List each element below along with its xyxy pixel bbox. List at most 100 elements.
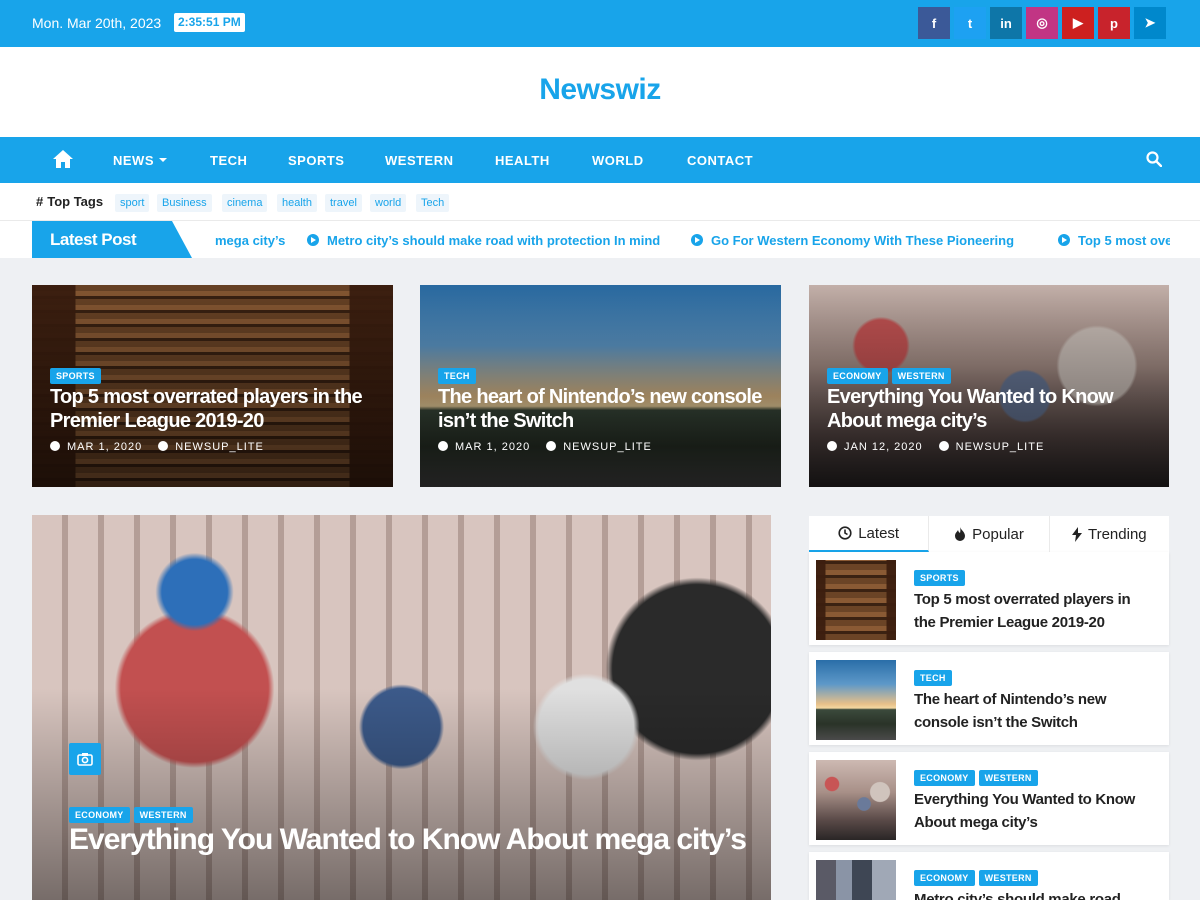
- youtube-icon[interactable]: ▶: [1062, 7, 1094, 39]
- category-badge[interactable]: WESTERN: [891, 368, 951, 384]
- ticker-item-label: Metro city’s should make road with prote…: [327, 233, 661, 248]
- category-badge[interactable]: ECONOMY: [914, 770, 975, 786]
- user-icon: [158, 441, 169, 451]
- ticker-item[interactable]: mega city’s: [215, 233, 285, 248]
- tab-trending[interactable]: Trending: [1050, 516, 1169, 552]
- instagram-icon[interactable]: ◎: [1026, 7, 1058, 39]
- tab-popular[interactable]: Popular: [929, 516, 1050, 552]
- nav-item-sports[interactable]: SPORTS: [288, 153, 344, 168]
- tag-link[interactable]: travel: [325, 194, 362, 212]
- nav-item-tech[interactable]: TECH: [210, 153, 247, 168]
- nav-item-western[interactable]: WESTERN: [385, 153, 454, 168]
- post-thumbnail[interactable]: [816, 760, 896, 840]
- top-tags-heading: # Top Tags: [36, 194, 103, 209]
- pinterest-icon[interactable]: p: [1098, 7, 1130, 39]
- social-links: f t in ◎ ▶ p ➤: [918, 7, 1166, 39]
- category-badge[interactable]: WESTERN: [978, 870, 1038, 886]
- linkedin-icon[interactable]: in: [990, 7, 1022, 39]
- tag-link[interactable]: cinema: [222, 194, 268, 212]
- post-title[interactable]: Everything You Wanted to Know About mega…: [69, 822, 749, 858]
- post-title[interactable]: Top 5 most overrated players in the Prem…: [50, 385, 380, 433]
- sidebar-post[interactable]: TECH The heart of Nintendo’s new console…: [809, 652, 1169, 745]
- clock-icon: [827, 441, 837, 451]
- arrow-circle-icon: [1058, 234, 1070, 246]
- top-tags-bar: # Top Tags sport Business cinema health t…: [0, 183, 1200, 221]
- ticker-item[interactable]: Top 5 most overrated players in the Prem…: [1058, 233, 1170, 248]
- tab-latest[interactable]: Latest: [809, 516, 930, 552]
- home-icon[interactable]: [52, 149, 74, 169]
- post-title[interactable]: Top 5 most overrated players in the Prem…: [914, 588, 1154, 634]
- clock-icon: [438, 441, 448, 451]
- search-icon[interactable]: [1146, 151, 1163, 168]
- tab-label: Latest: [858, 524, 900, 542]
- category-badge[interactable]: TECH: [914, 670, 952, 686]
- category-badge[interactable]: WESTERN: [978, 770, 1038, 786]
- ticker-item[interactable]: Metro city’s should make road with prote…: [307, 233, 660, 248]
- tag-link[interactable]: health: [277, 194, 317, 212]
- bolt-icon: [1071, 526, 1082, 542]
- tag-link[interactable]: world: [370, 194, 407, 212]
- post-title[interactable]: The heart of Nintendo’s new console isn’…: [438, 385, 768, 433]
- category-badge[interactable]: WESTERN: [133, 807, 193, 823]
- top-tags-label: Top Tags: [47, 194, 104, 209]
- main-featured-post[interactable]: ECONOMY WESTERN Everything You Wanted to …: [32, 515, 771, 900]
- current-date: Mon. Mar 20th, 2023: [32, 15, 162, 31]
- arrow-circle-icon: [307, 234, 319, 246]
- fire-icon: [955, 527, 966, 541]
- nav-item-health[interactable]: HEALTH: [495, 153, 550, 168]
- camera-icon: [69, 743, 101, 775]
- category-badges: TECH: [438, 366, 480, 384]
- latest-post-badge: Latest Post: [32, 221, 192, 258]
- site-logo[interactable]: Newswiz: [0, 73, 1200, 107]
- nav-item-world[interactable]: WORLD: [592, 153, 644, 168]
- telegram-icon[interactable]: ➤: [1134, 7, 1166, 39]
- clock-icon: [50, 441, 60, 451]
- current-time: 2:35:51 PM: [174, 13, 245, 32]
- user-icon: [938, 441, 949, 451]
- tag-link[interactable]: Tech: [416, 194, 450, 212]
- user-icon: [546, 441, 557, 451]
- category-badge[interactable]: ECONOMY: [827, 368, 888, 384]
- sidebar-post[interactable]: ECONOMY WESTERN Everything You Wanted to …: [809, 752, 1169, 845]
- category-badges: ECONOMY WESTERN: [914, 868, 1042, 886]
- category-badge[interactable]: SPORTS: [914, 570, 965, 586]
- featured-card[interactable]: ECONOMY WESTERN Everything You Wanted to …: [809, 285, 1169, 487]
- featured-card[interactable]: SPORTS Top 5 most overrated players in t…: [32, 285, 393, 487]
- category-badges: ECONOMY WESTERN: [827, 366, 955, 384]
- post-thumbnail[interactable]: [816, 560, 896, 640]
- sidebar-post[interactable]: SPORTS Top 5 most overrated players in t…: [809, 552, 1169, 645]
- ticker-row: mega city’s Metro city’s should make roa…: [215, 233, 1170, 249]
- main-nav: NEWS TECH SPORTS WESTERN HEALTH WORLD CO…: [0, 137, 1200, 183]
- facebook-icon[interactable]: f: [918, 7, 950, 39]
- post-title[interactable]: The heart of Nintendo’s new console isn’…: [914, 688, 1154, 734]
- category-badges: TECH: [914, 668, 956, 686]
- post-author[interactable]: NEWSUP_LITE: [175, 441, 264, 453]
- post-author[interactable]: NEWSUP_LITE: [956, 441, 1045, 453]
- post-thumbnail[interactable]: [816, 860, 896, 900]
- nav-item-label: NEWS: [113, 153, 154, 168]
- post-title[interactable]: Everything You Wanted to Know About mega…: [827, 385, 1157, 433]
- post-thumbnail[interactable]: [816, 660, 896, 740]
- latest-post-ticker: Latest Post mega city’s Metro city’s sho…: [0, 221, 1200, 258]
- nav-item-contact[interactable]: CONTACT: [687, 153, 753, 168]
- post-meta: MAR 1, 2020 NEWSUP_LITE: [438, 441, 652, 453]
- category-badge[interactable]: SPORTS: [50, 368, 101, 384]
- category-badge[interactable]: ECONOMY: [69, 807, 130, 823]
- featured-card[interactable]: TECH The heart of Nintendo’s new console…: [420, 285, 781, 487]
- clock-icon: [838, 526, 852, 540]
- post-title[interactable]: Metro city’s should make road: [914, 888, 1154, 900]
- sidebar-post[interactable]: ECONOMY WESTERN Metro city’s should make …: [809, 852, 1169, 900]
- category-badge[interactable]: TECH: [438, 368, 476, 384]
- post-author[interactable]: NEWSUP_LITE: [563, 441, 652, 453]
- ticker-item[interactable]: Go For Western Economy With These Pionee…: [691, 233, 1014, 248]
- nav-item-news[interactable]: NEWS: [113, 153, 167, 168]
- category-badges: SPORTS: [50, 366, 105, 384]
- category-badges: ECONOMY WESTERN: [69, 805, 197, 823]
- category-badge[interactable]: ECONOMY: [914, 870, 975, 886]
- twitter-icon[interactable]: t: [954, 7, 986, 39]
- tag-link[interactable]: sport: [115, 194, 150, 212]
- post-meta: JAN 12, 2020 NEWSUP_LITE: [827, 441, 1044, 453]
- tag-link[interactable]: Business: [157, 194, 212, 212]
- post-title[interactable]: Everything You Wanted to Know About mega…: [914, 788, 1154, 834]
- category-badges: ECONOMY WESTERN: [914, 768, 1042, 786]
